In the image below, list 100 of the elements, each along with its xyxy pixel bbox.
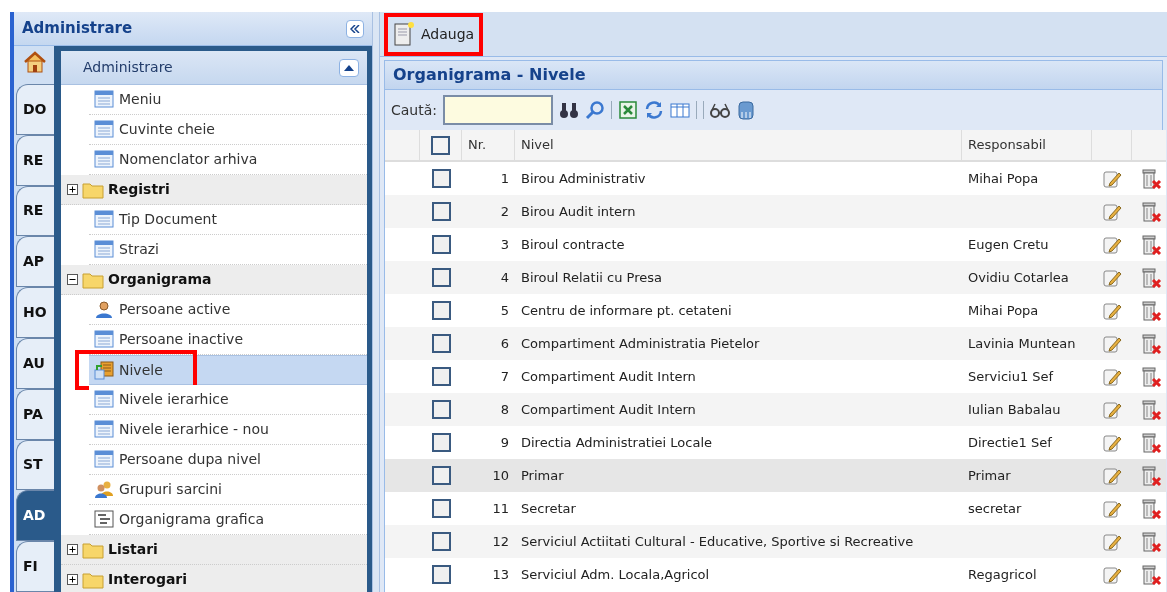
table-row[interactable]: 4 Biroul Relatii cu Presa Ovidiu Cotarlea (385, 261, 1166, 294)
tree-item-label: Strazi (119, 240, 159, 259)
sidebar-tab[interactable]: FI (16, 541, 54, 592)
tree-folder[interactable]: Registri (61, 175, 367, 205)
delete-button[interactable] (1140, 266, 1162, 289)
row-checkbox[interactable] (431, 202, 451, 221)
delete-button[interactable] (1140, 365, 1162, 388)
table-cell: Birou Administrativ (521, 170, 646, 186)
edit-button[interactable] (1102, 531, 1122, 552)
delete-button[interactable] (1140, 233, 1162, 256)
edit-button[interactable] (1102, 234, 1122, 255)
form-icon (94, 390, 114, 409)
section-toggle[interactable] (339, 58, 359, 77)
tree-folder[interactable]: Organigrama (61, 265, 367, 295)
row-checkbox[interactable] (431, 466, 451, 485)
delete-button[interactable] (1140, 464, 1162, 487)
edit-button[interactable] (1102, 168, 1122, 189)
tree-folder[interactable]: Listari (61, 535, 367, 565)
plus-icon (67, 184, 78, 195)
row-checkbox[interactable] (431, 565, 451, 584)
edit-button[interactable] (1102, 366, 1122, 387)
sidebar-tab[interactable]: ST (16, 439, 54, 491)
person-icon (94, 300, 114, 319)
table-row[interactable]: 2 Birou Audit intern (385, 195, 1166, 228)
search-field[interactable] (443, 95, 553, 125)
row-checkbox[interactable] (431, 301, 451, 320)
table-cell: 4 (500, 269, 509, 285)
tree-item[interactable]: Nivele (89, 355, 367, 385)
add-button[interactable]: Adauga (384, 12, 484, 56)
row-checkbox[interactable] (431, 235, 451, 254)
delete-button[interactable] (1140, 431, 1162, 454)
table-cell: 8 (500, 401, 509, 417)
table-row[interactable]: 8 Compartiment Audit Intern Iulian Babalau (385, 393, 1166, 426)
sidebar-tab[interactable]: RE (16, 185, 54, 237)
row-checkbox[interactable] (431, 334, 451, 353)
tree-item[interactable]: Nivele ierarhice (89, 385, 367, 415)
table-cell: 5 (500, 302, 509, 318)
table-row[interactable]: 10 Primar Primar (385, 459, 1166, 492)
plus-icon (67, 544, 78, 555)
delete-button[interactable] (1140, 497, 1162, 520)
folder-label: Interogari (108, 570, 188, 589)
folder-icon (82, 180, 104, 199)
column-header[interactable]: Nr. (468, 135, 486, 155)
section-header[interactable]: Administrare (61, 51, 367, 85)
home-icon (23, 50, 47, 74)
search-button[interactable] (585, 100, 605, 120)
edit-button[interactable] (1102, 300, 1122, 321)
tree-item-label: Cuvinte cheie (119, 120, 215, 139)
row-checkbox[interactable] (431, 499, 451, 518)
delete-button[interactable] (1140, 398, 1162, 421)
sidebar-tab[interactable]: HO (16, 287, 54, 338)
row-checkbox[interactable] (431, 433, 451, 452)
sidebar-tab[interactable]: PA (16, 388, 54, 440)
tree-folder[interactable]: Interogari (61, 565, 367, 592)
edit-button[interactable] (1102, 498, 1122, 519)
pencil-icon (1102, 531, 1122, 552)
sidebar-tab[interactable]: DO (16, 83, 54, 135)
sidebar-tab[interactable]: AU (16, 337, 54, 389)
row-checkbox[interactable] (431, 268, 451, 287)
trash-delete-icon (1140, 398, 1162, 421)
refresh-button[interactable] (644, 100, 664, 120)
delete-button[interactable] (1140, 563, 1162, 586)
delete-button[interactable] (1140, 530, 1162, 553)
edit-button[interactable] (1102, 201, 1122, 222)
row-checkbox[interactable] (431, 532, 451, 551)
table-cell: Compartiment Audit Intern (521, 401, 696, 417)
column-header[interactable]: Nivel (521, 135, 554, 155)
pencil-icon (1102, 234, 1122, 255)
table-row[interactable]: 12 Serviciul Actiitati Cultural - Educative, Sportive si Recreative (385, 525, 1166, 558)
delete-button[interactable] (1140, 167, 1162, 190)
columns-icon (670, 100, 690, 120)
row-checkbox[interactable] (431, 169, 451, 188)
edit-button[interactable] (1102, 465, 1122, 486)
select-all-checkbox[interactable] (431, 135, 450, 155)
printer-button[interactable] (736, 100, 756, 120)
pencil-icon (1102, 168, 1122, 189)
delete-button[interactable] (1140, 200, 1162, 223)
sidebar-tab[interactable]: RE (16, 134, 54, 186)
row-checkbox[interactable] (431, 400, 451, 419)
folder-label: Organigrama (108, 270, 212, 289)
delete-button[interactable] (1140, 299, 1162, 322)
table-cell: 9 (500, 434, 509, 450)
collapse-button[interactable] (346, 19, 364, 38)
tree-item-label: Persoane active (119, 300, 231, 319)
trash-delete-icon (1140, 167, 1162, 190)
edit-button[interactable] (1102, 267, 1122, 288)
edit-button[interactable] (1102, 399, 1122, 420)
spreadsheet-export-button[interactable] (618, 100, 638, 120)
columns-button[interactable] (670, 100, 690, 120)
edit-button[interactable] (1102, 564, 1122, 585)
column-header[interactable]: Responsabil (968, 135, 1046, 155)
binoculars-button[interactable] (559, 100, 579, 120)
edit-button[interactable] (1102, 333, 1122, 354)
sidebar-tab[interactable]: AD (16, 490, 54, 542)
sidebar-tab[interactable]: AP (16, 236, 54, 288)
tree-item-label: Persoane inactive (119, 330, 243, 349)
edit-button[interactable] (1102, 432, 1122, 453)
row-checkbox[interactable] (431, 367, 451, 386)
table-row[interactable]: 6 Compartiment Administratia Pietelor Lavinia Muntean (385, 327, 1166, 360)
delete-button[interactable] (1140, 332, 1162, 355)
